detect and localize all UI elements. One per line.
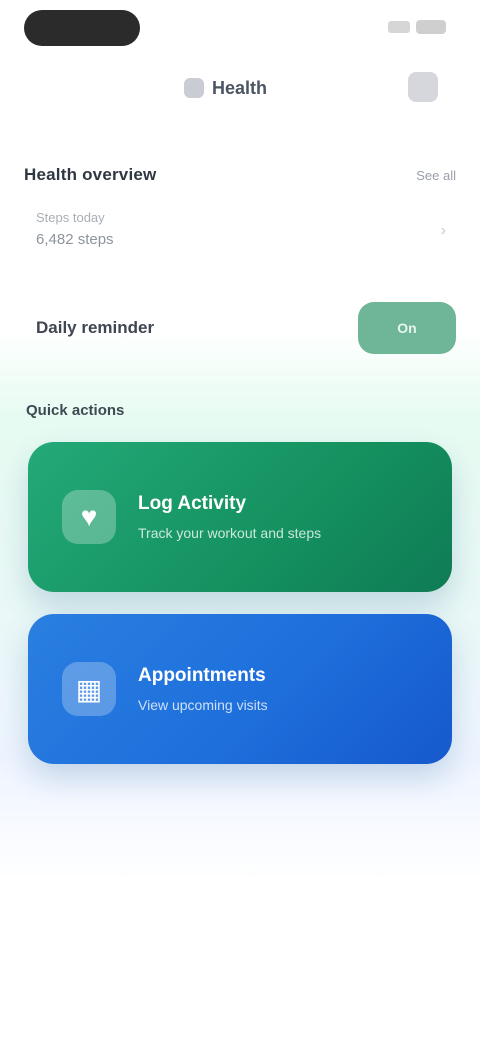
cards-section-title: Quick actions xyxy=(26,402,125,419)
page-title: Health xyxy=(184,74,267,102)
reminder-label: Daily reminder xyxy=(36,318,155,337)
log-activity-card[interactable]: ♥ Log Activity Track your workout and st… xyxy=(28,442,452,592)
heart-icon xyxy=(184,78,204,98)
card-subtitle: Track your workout and steps xyxy=(138,525,322,541)
page-title-text: Health xyxy=(212,77,268,98)
card-text: Appointments View upcoming visits xyxy=(138,665,268,713)
app-header: Health xyxy=(0,60,480,116)
dynamic-island xyxy=(24,10,140,46)
appointments-card[interactable]: ▦ Appointments View upcoming visits xyxy=(28,614,452,764)
steps-row[interactable]: Steps today 6,482 steps › xyxy=(24,210,456,270)
activity-icon: ♥ xyxy=(62,490,116,544)
calendar-icon: ▦ xyxy=(62,662,116,716)
card-text: Log Activity Track your workout and step… xyxy=(138,493,321,541)
reminder-row: Daily reminder On xyxy=(24,296,456,360)
section-title: Health overview xyxy=(24,165,157,184)
chevron-right-icon: › xyxy=(440,222,446,239)
steps-label: Steps today xyxy=(36,210,105,225)
status-bar xyxy=(0,0,480,60)
steps-text: Steps today 6,482 steps xyxy=(24,210,114,270)
status-indicators xyxy=(388,20,446,34)
see-all-link[interactable]: See all xyxy=(416,168,456,183)
steps-value: 6,482 steps xyxy=(36,231,114,248)
reminder-toggle-button[interactable]: On xyxy=(358,302,456,354)
card-title: Log Activity xyxy=(138,493,247,514)
battery-icon xyxy=(416,20,446,34)
signal-icon xyxy=(388,21,410,33)
card-subtitle: View upcoming visits xyxy=(138,697,268,713)
settings-icon[interactable] xyxy=(408,72,438,102)
card-title: Appointments xyxy=(138,665,266,686)
section-header: Health overview See all xyxy=(24,160,456,190)
